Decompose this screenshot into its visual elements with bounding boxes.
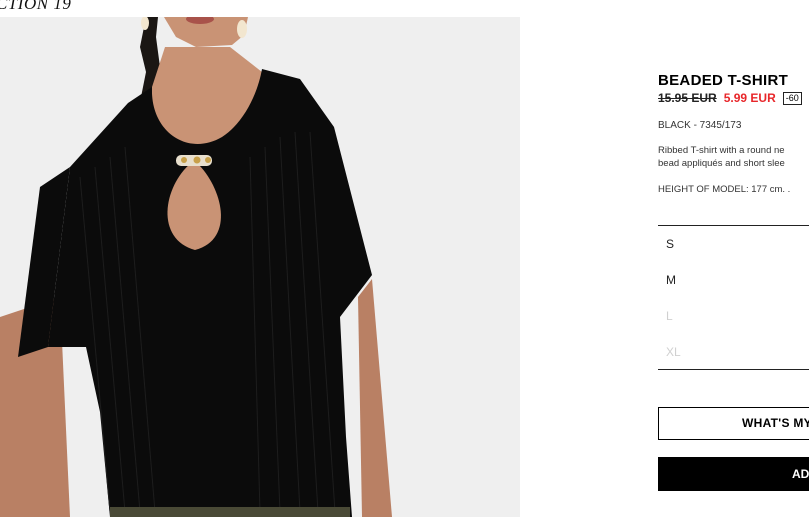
size-option-s[interactable]: S (658, 234, 809, 270)
size-option-m[interactable]: M (658, 270, 809, 306)
sale-price: 5.99 EUR (723, 91, 776, 105)
description-line: bead appliqués and short slee (658, 158, 785, 169)
product-title: BEADED T-SHIRT (658, 72, 789, 89)
size-guide-button[interactable]: WHAT'S MY (658, 407, 809, 440)
add-to-bag-button[interactable]: AD (658, 457, 809, 491)
product-page: CTION 19 BEADED T-SHIRT 15.95 EUR 5.99 E… (0, 0, 809, 517)
size-selector: S M L XL (658, 225, 809, 370)
product-description: Ribbed T-shirt with a round ne bead appl… (658, 144, 809, 170)
size-option-l[interactable]: L (658, 306, 809, 342)
model-height: HEIGHT OF MODEL: 177 cm. . (658, 184, 791, 195)
model-photo-illustration (0, 17, 520, 517)
description-line: Ribbed T-shirt with a round ne (658, 145, 785, 156)
discount-badge: -60 (782, 92, 802, 105)
price-row: 15.95 EUR 5.99 EUR -60 (658, 91, 809, 106)
collection-label: CTION 19 (0, 0, 72, 13)
product-info-panel: BEADED T-SHIRT 15.95 EUR 5.99 EUR -60 BL… (658, 72, 809, 370)
color-reference: BLACK - 7345/173 (658, 120, 742, 131)
size-option-xl[interactable]: XL (658, 342, 809, 364)
old-price: 15.95 EUR (658, 91, 717, 105)
product-image[interactable] (0, 17, 520, 517)
